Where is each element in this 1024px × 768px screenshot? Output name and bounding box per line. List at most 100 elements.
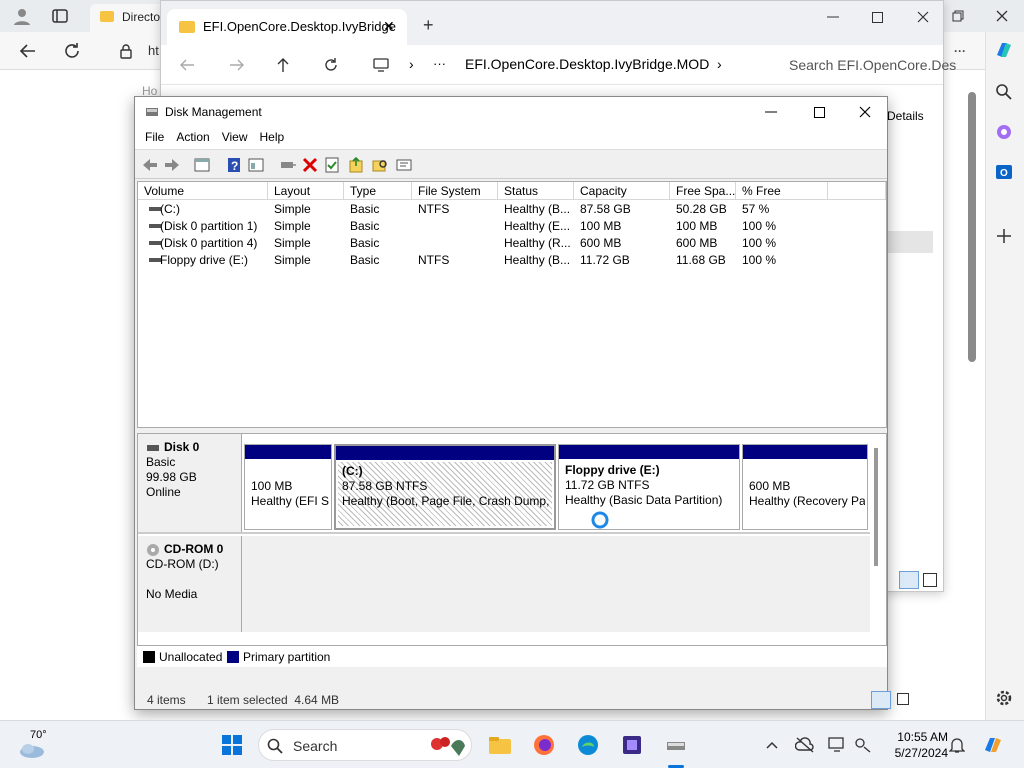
clock[interactable]: 10:55 AM 5/27/2024: [880, 729, 948, 761]
tiles-view-icon[interactable]: [897, 693, 909, 705]
cell-file-system: NTFS: [418, 253, 450, 267]
discover-icon[interactable]: [992, 120, 1016, 144]
search-folder-icon[interactable]: [371, 156, 389, 174]
weather-widget[interactable]: 70°: [14, 727, 54, 763]
forward-arrow-icon[interactable]: [225, 53, 249, 77]
lock-icon[interactable]: [114, 39, 138, 63]
export-icon[interactable]: [347, 156, 365, 174]
copilot-icon[interactable]: [992, 38, 1016, 62]
maximize-icon[interactable]: [807, 100, 831, 124]
settings-list-icon[interactable]: [395, 156, 413, 174]
edge-scrollbar-thumb[interactable]: [968, 92, 976, 362]
add-icon[interactable]: [992, 224, 1016, 248]
minimize-icon[interactable]: [759, 100, 783, 124]
table-row[interactable]: (Disk 0 partition 4) Simple Basic Health…: [138, 236, 886, 253]
partition-efi[interactable]: 100 MB Healthy (EFI Sy: [244, 444, 332, 530]
close-icon[interactable]: [990, 4, 1014, 28]
chevron-up-icon[interactable]: [756, 729, 788, 761]
explorer-tab[interactable]: EFI.OpenCore.Desktop.IvyBridge ✕: [167, 9, 407, 45]
cloud-offline-icon[interactable]: [790, 729, 820, 761]
close-icon[interactable]: [911, 5, 935, 29]
taskbar-search[interactable]: Search: [258, 729, 472, 761]
minimize-icon[interactable]: [821, 5, 845, 29]
up-arrow-icon[interactable]: [271, 53, 295, 77]
check-icon[interactable]: [323, 156, 341, 174]
restore-icon[interactable]: [946, 4, 970, 28]
table-row[interactable]: Floppy drive (E:) Simple Basic NTFS Heal…: [138, 253, 886, 270]
tab-close-icon[interactable]: ✕: [383, 18, 395, 35]
partition-recovery[interactable]: 600 MB Healthy (Recovery Pa: [742, 444, 868, 530]
back-arrow-icon[interactable]: [16, 39, 40, 63]
menu-help[interactable]: Help: [254, 127, 291, 147]
refresh-icon[interactable]: [60, 39, 84, 63]
cell-capacity: 11.72 GB: [580, 253, 630, 267]
back-arrow-icon[interactable]: [141, 156, 159, 174]
status-item-count: 4 items: [147, 693, 186, 707]
partition-c[interactable]: (C:) 87.58 GB NTFS Healthy (Boot, Page F…: [334, 444, 556, 530]
app-chip-icon[interactable]: [616, 729, 648, 761]
cell-free-space: 100 MB: [676, 219, 718, 233]
legend-label-unallocated: Unallocated: [159, 650, 223, 664]
menu-file[interactable]: File: [139, 127, 170, 147]
search-icon: [267, 738, 283, 754]
address-bar-text[interactable]: ht: [148, 43, 159, 58]
disk-management-taskbar-icon[interactable]: [660, 729, 692, 761]
start-icon[interactable]: [216, 729, 248, 761]
explorer-address-bar: › ··· EFI.OpenCore.Desktop.IvyBridge.MOD…: [161, 45, 956, 85]
cell-free-space: 11.68 GB: [676, 253, 726, 267]
cdrom-0-name: CD-ROM 0: [164, 542, 224, 556]
search-input[interactable]: Search EFI.OpenCore.Des: [789, 57, 956, 73]
cell-volume: (C:): [160, 202, 180, 216]
edge-sidebar: O: [985, 32, 1024, 720]
disk-graphical-view: Disk 0 Basic 99.98 GB Online 100 MB Heal…: [137, 433, 887, 659]
svg-text:O: O: [1000, 168, 1008, 179]
column-header-type[interactable]: Type: [344, 182, 412, 200]
network-icon[interactable]: [848, 729, 878, 761]
help-icon[interactable]: ?: [225, 156, 243, 174]
firefox-icon[interactable]: [528, 729, 560, 761]
partition-floppy-e[interactable]: Floppy drive (E:) 11.72 GB NTFS Healthy …: [558, 444, 740, 530]
menu-action[interactable]: Action: [170, 127, 215, 147]
menu-view[interactable]: View: [216, 127, 254, 147]
tab-actions-icon[interactable]: [48, 4, 72, 28]
cdrom-0-label[interactable]: CD-ROM 0 CD-ROM (D:) No Media: [138, 536, 242, 632]
tiles-view-icon[interactable]: [923, 573, 937, 587]
copilot-icon[interactable]: [978, 729, 1008, 761]
settings-gear-icon[interactable]: [992, 686, 1016, 710]
column-header-file-system[interactable]: File System: [412, 182, 498, 200]
column-header-status[interactable]: Status: [498, 182, 574, 200]
properties-icon[interactable]: [247, 156, 265, 174]
profile-icon[interactable]: [10, 4, 34, 28]
search-icon[interactable]: [992, 80, 1016, 104]
edge-tab[interactable]: Directo: [90, 4, 170, 32]
file-explorer-taskbar-icon[interactable]: [484, 729, 516, 761]
column-header-free-space[interactable]: Free Spa...: [670, 182, 736, 200]
disk-0-label[interactable]: Disk 0 Basic 99.98 GB Online: [138, 434, 242, 532]
breadcrumb-ellipsis[interactable]: ···: [433, 56, 446, 71]
refresh-icon[interactable]: [319, 53, 343, 77]
connect-drive-icon[interactable]: [279, 156, 297, 174]
search-highlight-icon: [431, 737, 465, 756]
column-header-layout[interactable]: Layout: [268, 182, 344, 200]
close-icon[interactable]: [853, 100, 877, 124]
graph-scrollbar-thumb[interactable]: [874, 448, 878, 566]
forward-arrow-icon[interactable]: [163, 156, 181, 174]
this-pc-icon[interactable]: [369, 53, 393, 77]
back-arrow-icon[interactable]: [175, 53, 199, 77]
table-row[interactable]: (Disk 0 partition 1) Simple Basic Health…: [138, 219, 886, 236]
delete-icon[interactable]: [301, 156, 319, 174]
new-tab-icon[interactable]: +: [423, 15, 434, 36]
edge-icon[interactable]: [572, 729, 604, 761]
maximize-icon[interactable]: [865, 5, 889, 29]
details-view-icon[interactable]: [899, 571, 919, 589]
column-header-volume[interactable]: Volume: [138, 182, 268, 200]
details-view-icon[interactable]: [871, 691, 891, 709]
details-button[interactable]: Details: [887, 109, 924, 123]
table-row[interactable]: (C:) Simple Basic NTFS Healthy (B... 87.…: [138, 202, 886, 219]
outlook-icon[interactable]: O: [992, 160, 1016, 184]
breadcrumb[interactable]: EFI.OpenCore.Desktop.IvyBridge.MOD: [465, 56, 709, 72]
column-header-percent-free[interactable]: % Free: [736, 182, 828, 200]
notification-bell-icon[interactable]: [942, 729, 972, 761]
column-header-capacity[interactable]: Capacity: [574, 182, 670, 200]
show-hide-console-tree-icon[interactable]: [193, 156, 211, 174]
